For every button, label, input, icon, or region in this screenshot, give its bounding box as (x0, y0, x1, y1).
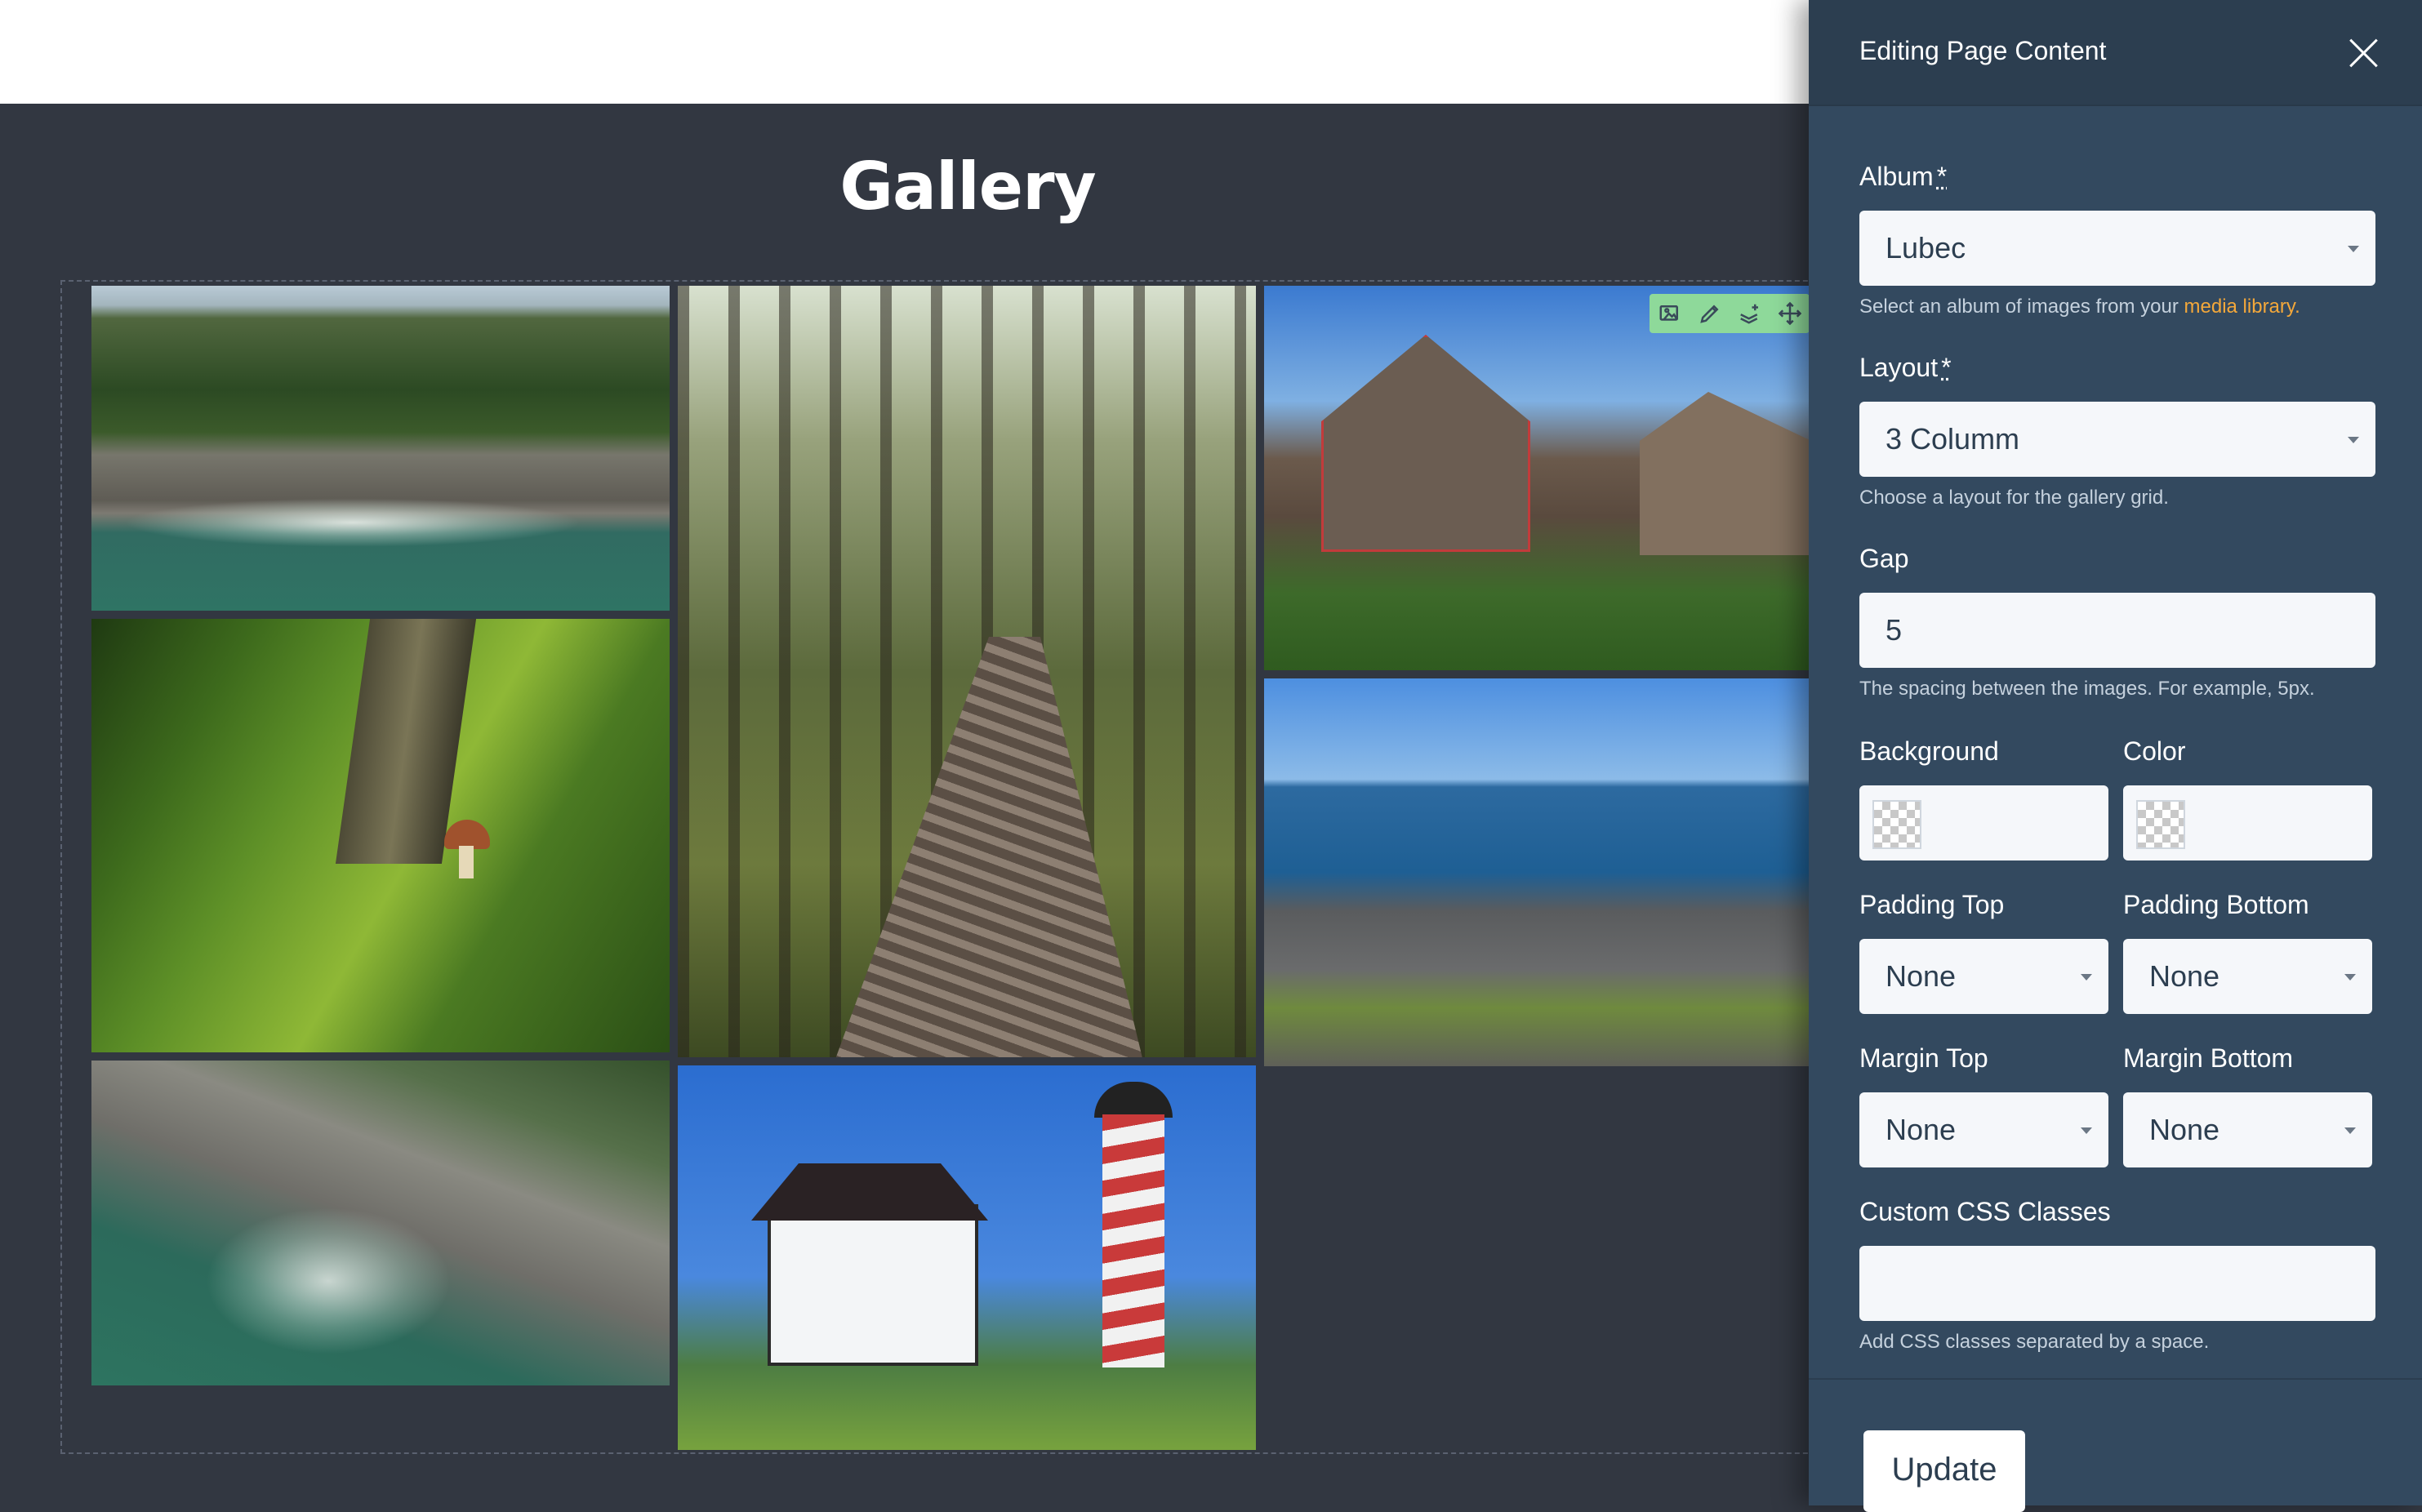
padding-top-label: Padding Top (1859, 890, 2005, 919)
margin-top-label: Margin Top (1859, 1043, 1988, 1073)
media-library-link[interactable]: media library. (2184, 296, 2300, 318)
layers-add-icon[interactable] (1734, 297, 1766, 330)
background-label: Background (1859, 736, 1999, 766)
gallery-image[interactable] (91, 619, 670, 1052)
gallery-image[interactable] (678, 286, 1256, 1057)
pencil-icon[interactable] (1694, 297, 1726, 330)
update-button[interactable]: Update (1863, 1430, 2025, 1512)
gallery-image[interactable] (91, 1061, 670, 1385)
gallery-image[interactable] (91, 286, 670, 611)
page-title: Gallery (839, 149, 1096, 225)
transparent-swatch-icon (1872, 800, 1921, 849)
custom-css-label: Custom CSS Classes (1859, 1197, 2111, 1226)
padding-bottom-label: Padding Bottom (2123, 890, 2309, 919)
background-color-picker[interactable] (1859, 785, 2108, 861)
gap-help: The spacing between the images. For exam… (1859, 678, 2315, 700)
panel-title: Editing Page Content (1859, 36, 2107, 65)
text-color-picker[interactable] (2123, 785, 2372, 861)
custom-css-input[interactable] (1859, 1246, 2375, 1321)
color-label: Color (2123, 736, 2186, 766)
block-toolbar (1650, 294, 1810, 333)
gap-label: Gap (1859, 544, 1909, 573)
close-icon[interactable] (2344, 33, 2384, 73)
panel-header: Editing Page Content (1809, 0, 2422, 106)
album-label: Album * (1859, 162, 1948, 191)
album-select[interactable]: Lubec (1859, 211, 2375, 286)
gallery-image[interactable] (1264, 286, 1810, 670)
gallery-image[interactable] (1264, 678, 1810, 1066)
panel-divider (1809, 1378, 2422, 1380)
gallery-image[interactable] (678, 1065, 1256, 1450)
site-top-bar (0, 0, 1809, 104)
layout-select[interactable]: 3 Columm (1859, 402, 2375, 477)
margin-bottom-label: Margin Bottom (2123, 1043, 2294, 1073)
album-help: Select an album of images from your medi… (1859, 296, 2300, 318)
margin-top-select[interactable]: None (1859, 1092, 2108, 1167)
padding-bottom-select[interactable]: None (2123, 939, 2372, 1014)
move-icon[interactable] (1774, 297, 1806, 330)
padding-top-select[interactable]: None (1859, 939, 2108, 1014)
layout-label: Layout * (1859, 353, 1952, 382)
custom-css-help: Add CSS classes separated by a space. (1859, 1331, 2210, 1353)
gap-input[interactable]: 5 (1859, 593, 2375, 668)
margin-bottom-select[interactable]: None (2123, 1092, 2372, 1167)
layout-help: Choose a layout for the gallery grid. (1859, 487, 2169, 509)
image-icon[interactable] (1654, 297, 1686, 330)
transparent-swatch-icon (2136, 800, 2185, 849)
